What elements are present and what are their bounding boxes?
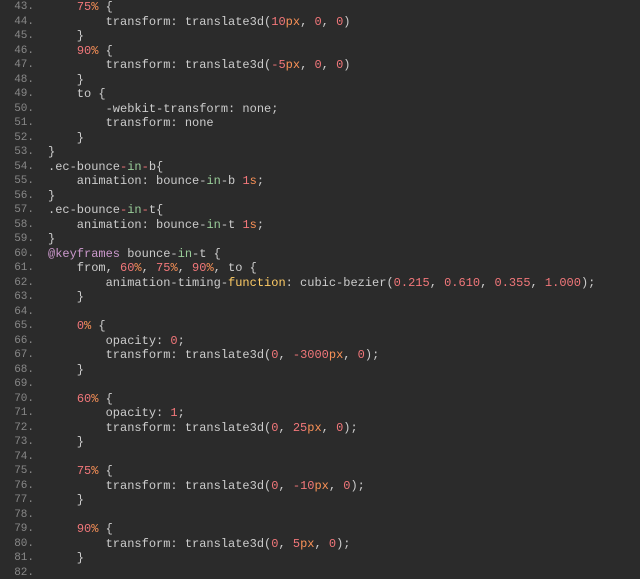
code-line: 90% { — [48, 44, 640, 59]
code-line: transform: translate3d(0, 5px, 0); — [48, 537, 640, 552]
code-line — [48, 377, 640, 392]
line-number: 46. — [0, 44, 34, 59]
line-number: 47. — [0, 58, 34, 73]
code-line — [48, 508, 640, 523]
line-number: 74. — [0, 450, 34, 465]
line-number: 76. — [0, 479, 34, 494]
code-line: animation-timing-function: cubic-bezier(… — [48, 276, 640, 291]
code-line — [48, 566, 640, 579]
code-line: @keyframes bounce-in-t { — [48, 247, 640, 262]
line-number: 59. — [0, 232, 34, 247]
line-number: 78. — [0, 508, 34, 523]
line-number: 79. — [0, 522, 34, 537]
code-line: } — [48, 493, 640, 508]
line-number: 60. — [0, 247, 34, 262]
line-number: 43. — [0, 0, 34, 15]
code-line: to { — [48, 87, 640, 102]
code-line: 75% { — [48, 464, 640, 479]
code-line: } — [48, 551, 640, 566]
line-number: 58. — [0, 218, 34, 233]
line-number: 66. — [0, 334, 34, 349]
code-editor: 43.44.45.46.47.48.49.50.51.52.53.54.55.5… — [0, 0, 640, 579]
line-number: 82. — [0, 566, 34, 579]
line-number: 52. — [0, 131, 34, 146]
code-line: opacity: 1; — [48, 406, 640, 421]
code-line: } — [48, 145, 640, 160]
code-line: 75% { — [48, 0, 640, 15]
code-line: from, 60%, 75%, 90%, to { — [48, 261, 640, 276]
line-number: 67. — [0, 348, 34, 363]
code-line: } — [48, 73, 640, 88]
line-number-gutter: 43.44.45.46.47.48.49.50.51.52.53.54.55.5… — [0, 0, 42, 579]
line-number: 72. — [0, 421, 34, 436]
line-number: 63. — [0, 290, 34, 305]
line-number: 50. — [0, 102, 34, 117]
line-number: 75. — [0, 464, 34, 479]
line-number: 49. — [0, 87, 34, 102]
line-number: 62. — [0, 276, 34, 291]
line-number: 69. — [0, 377, 34, 392]
code-line: .ec-bounce-in-b{ — [48, 160, 640, 175]
code-line: } — [48, 29, 640, 44]
code-line: 0% { — [48, 319, 640, 334]
code-line: animation: bounce-in-b 1s; — [48, 174, 640, 189]
line-number: 61. — [0, 261, 34, 276]
code-line: transform: translate3d(10px, 0, 0) — [48, 15, 640, 30]
code-line: } — [48, 131, 640, 146]
code-line: -webkit-transform: none; — [48, 102, 640, 117]
line-number: 77. — [0, 493, 34, 508]
line-number: 53. — [0, 145, 34, 160]
line-number: 65. — [0, 319, 34, 334]
line-number: 73. — [0, 435, 34, 450]
code-line: transform: translate3d(0, -10px, 0); — [48, 479, 640, 494]
code-line: } — [48, 232, 640, 247]
code-body: 75% { transform: translate3d(10px, 0, 0)… — [42, 0, 640, 579]
code-line: 90% { — [48, 522, 640, 537]
line-number: 51. — [0, 116, 34, 131]
line-number: 57. — [0, 203, 34, 218]
code-line — [48, 450, 640, 465]
code-line: } — [48, 363, 640, 378]
code-line: 60% { — [48, 392, 640, 407]
line-number: 48. — [0, 73, 34, 88]
code-line: opacity: 0; — [48, 334, 640, 349]
line-number: 44. — [0, 15, 34, 30]
line-number: 71. — [0, 406, 34, 421]
line-number: 64. — [0, 305, 34, 320]
code-line: animation: bounce-in-t 1s; — [48, 218, 640, 233]
code-line: } — [48, 290, 640, 305]
code-line: transform: translate3d(0, -3000px, 0); — [48, 348, 640, 363]
line-number: 80. — [0, 537, 34, 552]
code-line — [48, 305, 640, 320]
line-number: 68. — [0, 363, 34, 378]
code-line: .ec-bounce-in-t{ — [48, 203, 640, 218]
code-line: } — [48, 189, 640, 204]
code-line: transform: none — [48, 116, 640, 131]
line-number: 45. — [0, 29, 34, 44]
line-number: 70. — [0, 392, 34, 407]
code-line: transform: translate3d(-5px, 0, 0) — [48, 58, 640, 73]
line-number: 56. — [0, 189, 34, 204]
code-line: } — [48, 435, 640, 450]
line-number: 81. — [0, 551, 34, 566]
code-line: transform: translate3d(0, 25px, 0); — [48, 421, 640, 436]
line-number: 55. — [0, 174, 34, 189]
line-number: 54. — [0, 160, 34, 175]
